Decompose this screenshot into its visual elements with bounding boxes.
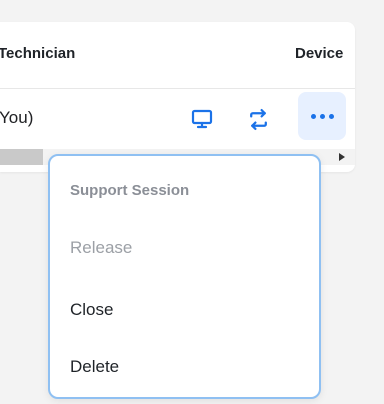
sessions-table-card: Technician Device You) <box>0 22 355 172</box>
delete-menu-item[interactable]: Delete <box>70 357 119 377</box>
technician-cell: You) <box>0 108 34 127</box>
close-menu-item[interactable]: Close <box>70 300 113 320</box>
table-row: You) <box>0 89 355 149</box>
support-session-menu: Support Session Release Close Delete <box>48 154 321 399</box>
more-actions-button[interactable] <box>298 92 346 140</box>
release-menu-item: Release <box>70 238 133 257</box>
page: Technician Device You) Support Session R… <box>0 0 384 404</box>
menu-heading: Support Session <box>70 182 190 199</box>
scrollbar-thumb[interactable] <box>0 149 43 165</box>
more-horizontal-icon <box>328 113 334 119</box>
refresh-icon[interactable] <box>244 105 272 133</box>
device-column-header: Device <box>295 45 344 62</box>
scroll-right-arrow-icon[interactable] <box>339 153 345 161</box>
more-horizontal-icon <box>310 113 316 119</box>
more-horizontal-icon <box>319 113 325 119</box>
technician-column-header: Technician <box>0 45 76 62</box>
table-header-row: Technician Device <box>0 22 355 89</box>
monitor-icon[interactable] <box>188 105 216 133</box>
